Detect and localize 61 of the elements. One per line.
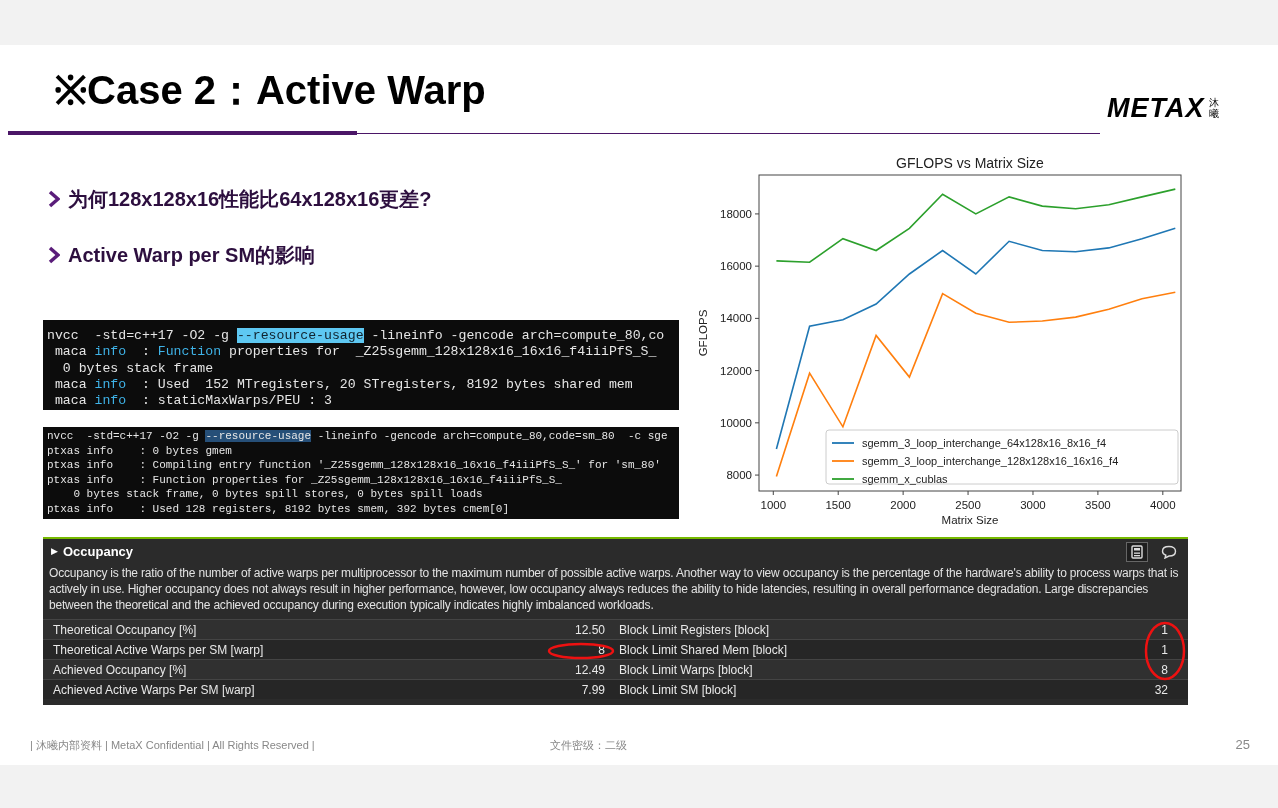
- tick-label: 2500: [955, 499, 981, 511]
- footer-text: | 沐曦内部资料 | MetaX Confidential | All Rights Reserved |: [30, 737, 316, 753]
- tick-label: 3500: [1085, 499, 1111, 511]
- tick-label: 2000: [890, 499, 916, 511]
- metric-label: Achieved Active Warps Per SM [warp]: [52, 681, 256, 699]
- terminal-line: maca info : Function properties for _Z25sgemm_128x128x16_16x16_f4iiiPfS_S_: [53, 344, 658, 361]
- metric-value: 7.99: [580, 681, 605, 699]
- terminal-line: maca info : staticMaxWarps/PEU : 3: [53, 393, 333, 410]
- description-text: Occupancy is the ratio of the number of active warps per multiprocessor to the maximum number of possible active warps. Another way to view occupancy is the percentage of the hardware's ability to process warps that is actively in use. Higher occupancy does not always result in higher performance, however, low occupancy always reduces the ability to hide latencies, resulting in overall performance degradation. Large discrepancies between the theoretical and the achieved occupancy during execution typically indicates highly imbalanced workloads.: [48, 565, 1180, 613]
- chart-title: GFLOPS vs Matrix Size: [896, 155, 1044, 171]
- terminal-line: 0 bytes stack frame: [61, 360, 215, 377]
- metric-value: 32: [1154, 681, 1169, 699]
- tick-label: 3000: [1020, 499, 1046, 511]
- chevron-icon: [48, 190, 60, 208]
- terminal-line: nvcc -std=c++17 -O2 -g --resource-usage -lineinfo -gencode arch=compute_80,code=sm_80 -c sge: [47, 429, 669, 444]
- classification-text: 文件密级：二级: [550, 737, 628, 753]
- terminal-line: ptxas info : Function properties for _Z25sgemm_128x128x16_16x16_f4iiiPfS_S_: [47, 472, 563, 488]
- collapse-toggle[interactable]: ▶: [51, 545, 58, 559]
- terminal-line: maca info : Used 152 MTregisters, 20 STregisters, 8192 bytes shared mem: [53, 376, 634, 394]
- metric-value: 1: [1161, 641, 1169, 659]
- page-number: 25: [1235, 736, 1250, 754]
- tick-label: 1500: [825, 499, 851, 511]
- metric-value: 8: [1161, 661, 1169, 679]
- metric-label: Block Limit Shared Mem [block]: [618, 641, 789, 659]
- terminal-line: ptxas info : Used 128 registers, 8192 bytes smem, 392 bytes cmem[0]: [47, 501, 511, 517]
- metric-value: 1: [1161, 621, 1169, 639]
- legend-label: sgemm_3_loop_interchange_64x128x16_8x16_f4: [862, 437, 1107, 449]
- legend-label: sgemm_x_cublas: [862, 473, 948, 485]
- logo: METAX: [1107, 93, 1205, 123]
- annotation-loop: [1144, 621, 1186, 681]
- calculator-icon[interactable]: [1126, 542, 1148, 562]
- tick-label: 8000: [726, 469, 752, 482]
- terminal-line: nvcc -std=c++17 -O2 -g --resource-usage -lineinfo -gencode arch=compute_80,co: [47, 328, 666, 345]
- metric-value: 12.49: [573, 661, 605, 679]
- metric-label: Achieved Occupancy [%]: [52, 661, 188, 679]
- metric-label: Block Limit Warps [block]: [618, 661, 754, 679]
- axis-title: GFLOPS: [697, 309, 709, 357]
- legend-label: sgemm_3_loop_interchange_128x128x16_16x16_f4: [862, 455, 1119, 467]
- section-title: Occupancy: [63, 543, 135, 562]
- axis-title: Matrix Size: [941, 514, 999, 526]
- tick-label: 18000: [720, 207, 752, 220]
- logo-subtext: 沐曦: [1208, 97, 1219, 119]
- tick-label: 14000: [720, 312, 752, 325]
- bullet-text: Active Warp per SM的影响: [68, 243, 316, 267]
- terminal-line: ptxas info : Compiling entry function '_Z25sgemm_128x128x16_16x16_f4iiiPfS_S_' for 'sm_80': [47, 458, 662, 473]
- bullet-text: 为何128x128x16性能比64x128x16更差?: [68, 187, 432, 211]
- terminal-line: ptxas info : 0 bytes gmem: [47, 443, 233, 459]
- metric-value: 12.50: [573, 621, 605, 639]
- chevron-icon: [48, 246, 60, 264]
- metric-label: Block Limit Registers [block]: [618, 621, 771, 639]
- metric-label: Theoretical Occupancy [%]: [52, 621, 198, 639]
- slide-title: ※Case 2：Active Warp: [54, 67, 486, 114]
- terminal-line: 0 bytes stack frame, 0 bytes spill stores, 0 bytes spill loads: [72, 487, 484, 502]
- metric-label: Block Limit SM [block]: [618, 681, 738, 699]
- metric-label: Theoretical Active Warps per SM [warp]: [52, 641, 265, 659]
- tick-label: 12000: [720, 364, 752, 377]
- annotation-ellipse: [547, 642, 615, 660]
- tick-label: 16000: [720, 260, 752, 273]
- tick-label: 1000: [760, 499, 787, 511]
- tick-label: 4000: [1150, 499, 1176, 511]
- tick-label: 10000: [720, 416, 752, 429]
